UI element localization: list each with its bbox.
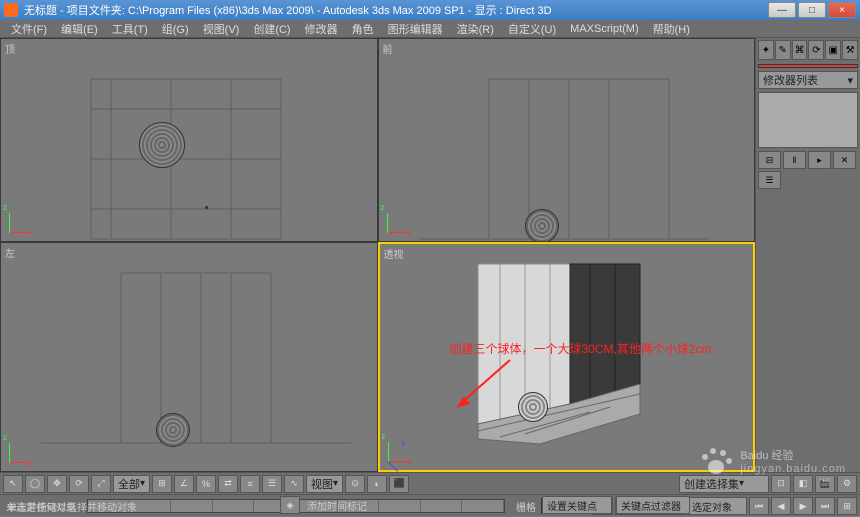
stack-config-icon[interactable]: ☰ [758,171,781,189]
tool-layer-icon[interactable]: ☰ [262,475,282,493]
bottom-bar: ↖ ◯ ✥ ⟳ ⤢ 全部 ▾ ⊞ ∠ % ⇄ ≡ ☰ ∿ 视图 ▾ ⊙ ◐ ⬛ … [0,472,860,516]
tool-lasso-icon[interactable]: ◯ [25,475,45,493]
select-set-dropdown[interactable]: 创建选择集 ▾ [679,475,769,493]
panel-tab-create-icon[interactable]: ✦ [758,40,774,60]
tool-scale-icon[interactable]: ⤢ [91,475,111,493]
panel-color-swatch[interactable] [758,64,858,68]
titlebar: 无标题 - 项目文件夹: C:\Program Files (x86)\3ds … [0,0,860,20]
stack-remove-icon[interactable]: ✕ [833,151,856,169]
panel-tab-utility-icon[interactable]: ⚒ [842,40,858,60]
set-key-button[interactable]: 设置关键点 [542,496,612,514]
maximize-button[interactable]: □ [798,2,826,18]
sphere-object-persp [518,392,548,422]
panel-tab-modify-icon[interactable]: ✎ [775,40,791,60]
stack-show-icon[interactable]: ‖ [783,151,806,169]
tool-material-icon[interactable]: ◐ [367,475,387,493]
viewport-label-front: 前 [383,41,393,56]
tool-angle-snap-icon[interactable]: ∠ [174,475,194,493]
menu-tools[interactable]: 工具(T) [105,20,155,38]
sphere-object-front [525,209,559,241]
panel-tab-motion-icon[interactable]: ⟳ [808,40,824,60]
status-prompt: 单击并拖动以选择并移动对象 [4,499,140,514]
menu-view[interactable]: 视图(V) [196,20,247,38]
grid-label: 栅格 [513,499,539,514]
viewport-perspective[interactable]: 透视 [378,242,756,472]
viewport-canvas-left [1,243,377,471]
viewport-canvas-top [1,39,377,241]
viewport-label-top: 顶 [5,41,15,56]
axes-gizmo-persp: x z y [388,434,416,462]
tool-move-icon[interactable]: ✥ [47,475,67,493]
panel-tab-display-icon[interactable]: ▣ [825,40,841,60]
play-next-icon[interactable]: ⏭ [815,497,835,515]
close-button[interactable]: × [828,2,856,18]
app-logo-icon [4,3,18,17]
axes-gizmo-top: x z [9,205,37,233]
menu-file[interactable]: 文件(F) [4,20,54,38]
menu-group[interactable]: 组(G) [155,20,196,38]
tool-select-icon[interactable]: ↖ [3,475,23,493]
menu-render[interactable]: 渲染(R) [450,20,501,38]
tool-curve-icon[interactable]: ∿ [284,475,304,493]
tool-render-icon[interactable]: ⬛ [389,475,409,493]
sel-object-button[interactable]: 选定对象 [687,497,747,515]
menu-create[interactable]: 创建(C) [246,20,297,38]
menu-graph-editor[interactable]: 图形编辑器 [381,20,450,38]
axes-gizmo-front: x z [387,205,415,233]
minimize-button[interactable]: — [768,2,796,18]
stack-unique-icon[interactable]: ▸ [808,151,831,169]
menu-maxscript[interactable]: MAXScript(M) [563,22,645,36]
tool-percent-snap-icon[interactable]: % [196,475,216,493]
time-tag-icon[interactable]: ◈ [280,496,300,514]
dropdown-arrow-icon: ▾ [847,74,853,87]
tool-toggle-icon[interactable]: ◧ [793,475,813,493]
menu-custom[interactable]: 自定义(U) [501,20,563,38]
tool-rotate-icon[interactable]: ⟳ [69,475,89,493]
viewport-container: 顶 [0,38,755,472]
menu-help[interactable]: 帮助(H) [646,20,697,38]
menubar: 文件(F) 编辑(E) 工具(T) 组(G) 视图(V) 创建(C) 修改器 角… [0,20,860,38]
viewport-label-persp: 透视 [384,246,404,261]
small-point [205,206,208,209]
tool-quick-render-icon[interactable]: 🎬 [815,475,835,493]
viewport-label-left: 左 [5,245,15,260]
tool-schematic-icon[interactable]: ⊡ [771,475,791,493]
coord-system[interactable]: 视图 ▾ [306,475,343,493]
sphere-object-left [156,413,190,447]
modifier-stack[interactable] [758,92,858,148]
command-panel: ✦ ✎ ⌘ ⟳ ▣ ⚒ 修改器列表 ▾ ⊟ ‖ ▸ ✕ ☰ [755,38,860,472]
viewport-canvas-front [379,39,755,241]
play-prev-icon[interactable]: ◀ [771,497,791,515]
menu-edit[interactable]: 编辑(E) [54,20,105,38]
stack-pin-icon[interactable]: ⊟ [758,151,781,169]
tool-center-icon[interactable]: ⊙ [345,475,365,493]
tool-align-icon[interactable]: ≡ [240,475,260,493]
viewport-canvas-persp: 创建三个球体，一个大球30CM,其他两个小球2cm [380,244,754,470]
modifier-list-dropdown[interactable]: 修改器列表 ▾ [758,71,858,89]
viewport-top[interactable]: 顶 [0,38,378,242]
viewport-nav-icon[interactable]: ⊞ [837,497,857,515]
axes-gizmo-left: y z [9,435,37,463]
sphere-object-top [139,122,185,168]
add-time-tag[interactable]: 添加时间标记 [304,498,370,513]
viewport-left[interactable]: 左 y z [0,242,378,472]
viewport-front[interactable]: 前 x z [378,38,756,242]
menu-modifier[interactable]: 修改器 [298,20,345,38]
play-icon[interactable]: ▶ [793,497,813,515]
tool-mirror-icon[interactable]: ⇄ [218,475,238,493]
title-text: 无标题 - 项目文件夹: C:\Program Files (x86)\3ds … [24,2,768,18]
menu-character[interactable]: 角色 [345,20,381,38]
play-first-icon[interactable]: ⏮ [749,497,769,515]
selection-filter[interactable]: 全部 ▾ [113,475,150,493]
tool-snap-icon[interactable]: ⊞ [152,475,172,493]
tool-render-setup-icon[interactable]: ⚙ [837,475,857,493]
key-filter-button[interactable]: 关键点过滤器 [616,496,690,514]
panel-tab-hierarchy-icon[interactable]: ⌘ [792,40,808,60]
main-area: 顶 [0,38,860,472]
